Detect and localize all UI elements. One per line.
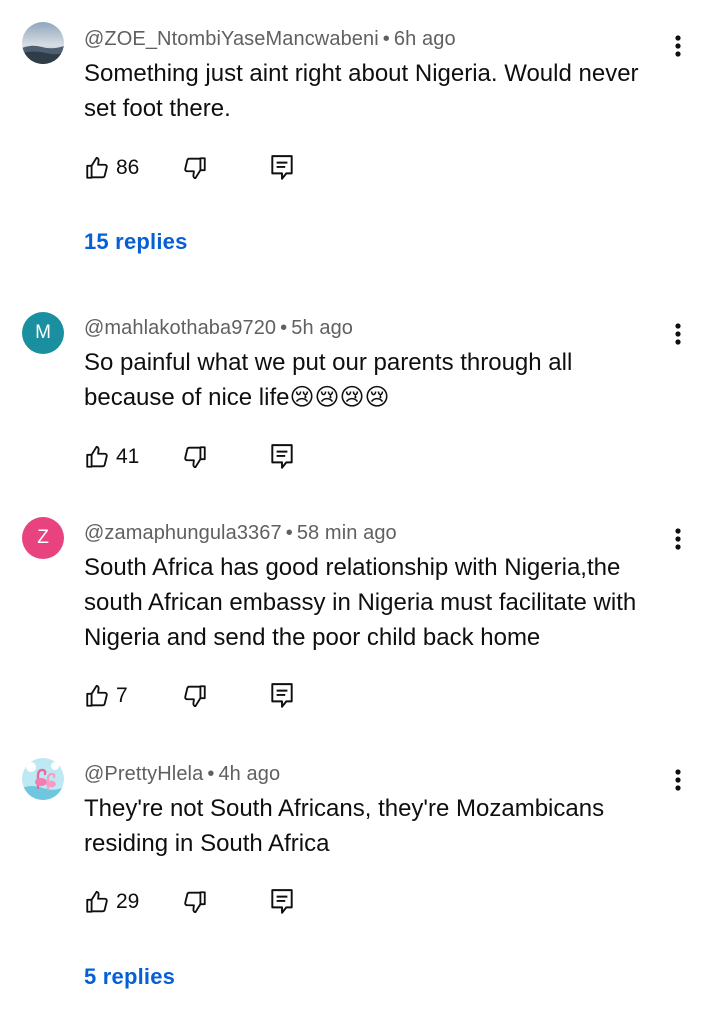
reply-button[interactable] bbox=[270, 884, 294, 920]
comment-time: 6h ago bbox=[393, 28, 456, 50]
thumb-down-icon bbox=[184, 891, 206, 914]
dislike-button[interactable] bbox=[182, 678, 208, 714]
comment-text: They're not South Africans, they're Moza… bbox=[84, 795, 605, 857]
avatar[interactable] bbox=[22, 758, 64, 800]
dislike-button[interactable] bbox=[182, 150, 208, 186]
comment-actions: 7 bbox=[84, 678, 344, 714]
more-vert-icon[interactable] bbox=[662, 760, 694, 800]
like-button[interactable]: 7 bbox=[84, 678, 128, 714]
comment-reply-icon bbox=[271, 683, 293, 708]
more-vert-icon[interactable] bbox=[662, 314, 694, 354]
like-count: 7 bbox=[116, 684, 128, 707]
comment-meta: @zamaphungula3367 • 58 min ago bbox=[84, 522, 397, 545]
thumb-up-icon bbox=[86, 445, 108, 468]
reply-button[interactable] bbox=[270, 150, 294, 186]
like-button[interactable]: 29 bbox=[84, 884, 139, 920]
reply-button[interactable] bbox=[270, 678, 294, 714]
avatar-letter: Z bbox=[37, 527, 49, 548]
comment-meta: @mahlakothaba9720 • 5h ago bbox=[84, 317, 353, 340]
avatar[interactable]: Z bbox=[22, 517, 64, 559]
like-button[interactable]: 41 bbox=[84, 439, 139, 475]
thumb-down-icon bbox=[184, 446, 206, 469]
comment-reply-icon bbox=[271, 444, 293, 469]
like-count: 41 bbox=[116, 445, 140, 468]
comment-reply-icon bbox=[271, 155, 293, 180]
separator-dot: • bbox=[280, 317, 288, 339]
like-button[interactable]: 86 bbox=[84, 150, 139, 186]
more-vert-icon[interactable] bbox=[662, 519, 694, 559]
thumb-up-icon bbox=[86, 156, 108, 179]
avatar[interactable]: M bbox=[22, 312, 64, 354]
dislike-button[interactable] bbox=[182, 884, 208, 920]
separator-dot: • bbox=[207, 763, 215, 785]
dislike-button[interactable] bbox=[182, 439, 208, 475]
comment-meta: @PrettyHlela • 4h ago bbox=[84, 763, 280, 786]
thumb-down-icon bbox=[184, 157, 206, 180]
view-replies-link[interactable]: 15 replies bbox=[84, 229, 188, 255]
comment-reply-icon bbox=[271, 889, 293, 914]
comment-time: 5h ago bbox=[291, 317, 354, 339]
thumb-up-icon bbox=[86, 890, 108, 913]
like-count: 29 bbox=[116, 890, 140, 913]
comment-time: 4h ago bbox=[218, 763, 281, 785]
author-handle[interactable]: @ZOE_NtombiYaseMancwabeni bbox=[84, 28, 379, 50]
comment-time: 58 min ago bbox=[296, 522, 397, 544]
view-replies-link[interactable]: 5 replies bbox=[84, 964, 175, 990]
comment-actions: 41 bbox=[84, 439, 344, 475]
like-count: 86 bbox=[116, 156, 140, 179]
comment-meta: @ZOE_NtombiYaseMancwabeni • 6h ago bbox=[84, 28, 456, 51]
avatar[interactable] bbox=[22, 22, 64, 64]
author-handle[interactable]: @mahlakothaba9720 bbox=[84, 317, 276, 339]
author-handle[interactable]: @zamaphungula3367 bbox=[84, 522, 282, 544]
thumb-down-icon bbox=[184, 685, 206, 708]
separator-dot: • bbox=[382, 28, 390, 50]
comment-text: Something just aint right about Nigeria.… bbox=[84, 60, 639, 122]
thumb-up-icon bbox=[86, 684, 108, 707]
avatar-letter: M bbox=[35, 322, 51, 343]
comment-text: So painful what we put our parents throu… bbox=[84, 349, 573, 411]
comment-text: South Africa has good relationship with … bbox=[84, 554, 637, 651]
comment-actions: 29 bbox=[84, 884, 344, 920]
author-handle[interactable]: @PrettyHlela bbox=[84, 763, 203, 785]
separator-dot: • bbox=[285, 522, 293, 544]
reply-button[interactable] bbox=[270, 439, 294, 475]
comment-actions: 86 bbox=[84, 150, 344, 186]
more-vert-icon[interactable] bbox=[662, 26, 694, 66]
